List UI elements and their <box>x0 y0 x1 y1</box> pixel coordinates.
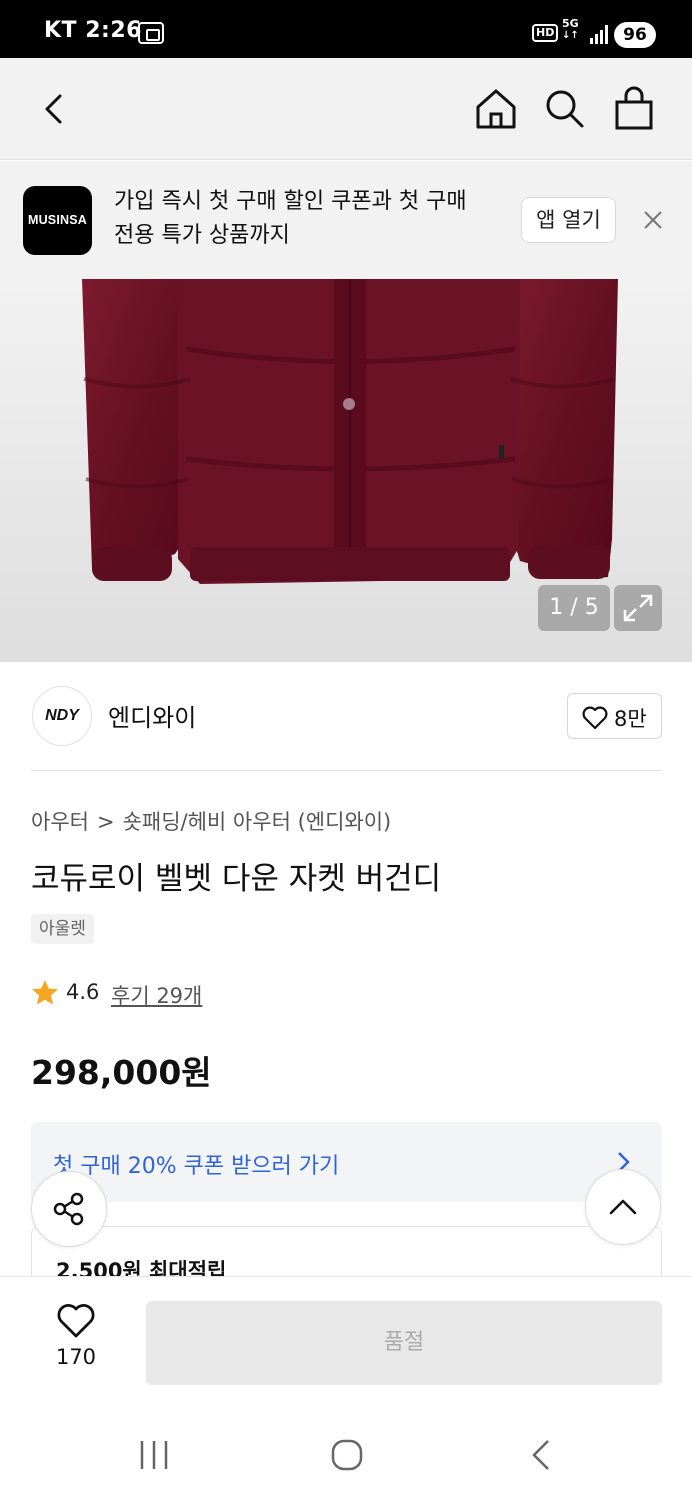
image-counter: 1 / 5 <box>538 585 610 631</box>
heart-icon <box>582 706 608 730</box>
coupon-banner[interactable]: 첫 구매 20% 쿠폰 받으러 가기 <box>31 1122 662 1202</box>
hd-voice-icon: HD <box>532 24 559 42</box>
back-arrow-icon <box>45 94 62 124</box>
brand-like-button[interactable]: 8만 <box>567 693 662 739</box>
coupon-text: 첫 구매 20% 쿠폰 받으러 가기 <box>53 1154 340 1179</box>
review-link[interactable]: 후기 29개 <box>111 980 202 1010</box>
bottom-action-bar: 170 품절 <box>0 1276 692 1410</box>
battery-icon: 96 <box>614 22 656 48</box>
banner-close-button[interactable] <box>640 207 666 233</box>
breadcrumb: 아우터 > 숏패딩/헤비 아우터 (엔디와이) <box>31 806 391 836</box>
brand-logo[interactable]: NDY <box>32 686 92 746</box>
breadcrumb-separator: > <box>96 810 115 834</box>
brand-like-count: 8만 <box>614 707 647 731</box>
app-install-banner: MUSINSA 가입 즉시 첫 구매 할인 쿠폰과 첫 구매 전용 특가 상품까… <box>0 161 692 279</box>
search-icon <box>546 90 584 128</box>
breadcrumb-category[interactable]: 숏패딩/헤비 아우터 (엔디와이) <box>123 810 392 834</box>
outlet-tag: 아울렛 <box>31 914 94 944</box>
musinsa-logo: MUSINSA <box>23 186 92 255</box>
close-icon <box>644 211 662 229</box>
heart-icon <box>57 1304 95 1338</box>
wishlist-button[interactable]: 170 <box>46 1303 106 1373</box>
expand-image-button[interactable] <box>614 585 662 631</box>
expand-icon <box>623 594 653 622</box>
home-nav-icon[interactable] <box>329 1438 365 1472</box>
screen-record-icon <box>138 22 164 44</box>
wishlist-count: 170 <box>55 1345 97 1369</box>
open-app-button[interactable]: 앱 열기 <box>521 197 616 243</box>
sold-out-button[interactable]: 품절 <box>146 1301 662 1385</box>
home-button[interactable] <box>473 86 519 132</box>
banner-message: 가입 즉시 첫 구매 할인 쿠폰과 첫 구매 전용 특가 상품까지 <box>114 189 467 248</box>
product-title: 코듀로이 벨벳 다운 자켓 버건디 <box>31 861 442 897</box>
product-image-gallery[interactable]: 1 / 5 <box>0 279 692 662</box>
cart-button[interactable] <box>611 86 657 132</box>
chevron-up-icon <box>609 1199 637 1215</box>
recent-apps-icon[interactable] <box>136 1438 172 1472</box>
top-navigation <box>0 58 692 160</box>
back-button[interactable] <box>32 86 78 132</box>
product-price: 298,000원 <box>31 1053 212 1092</box>
rating-value: 4.6 <box>66 980 100 1004</box>
share-button[interactable] <box>31 1171 107 1247</box>
shopping-bag-icon <box>615 86 653 130</box>
divider <box>31 770 662 771</box>
scroll-top-button[interactable] <box>585 1169 661 1245</box>
home-icon <box>476 89 516 129</box>
share-icon <box>53 1192 84 1226</box>
breadcrumb-outer[interactable]: 아우터 <box>31 810 89 834</box>
search-button[interactable] <box>541 86 587 132</box>
back-nav-icon[interactable] <box>524 1438 560 1472</box>
signal-icon <box>588 24 610 44</box>
status-bar: KT 2:26 HD 5G ↓↑ 96 <box>0 0 692 58</box>
network-5g-icon: 5G ↓↑ <box>562 17 579 42</box>
status-time: KT 2:26 <box>44 18 142 43</box>
system-navigation-bar <box>0 1410 692 1500</box>
star-icon <box>32 980 58 1005</box>
brand-name[interactable]: 엔디와이 <box>108 698 196 733</box>
